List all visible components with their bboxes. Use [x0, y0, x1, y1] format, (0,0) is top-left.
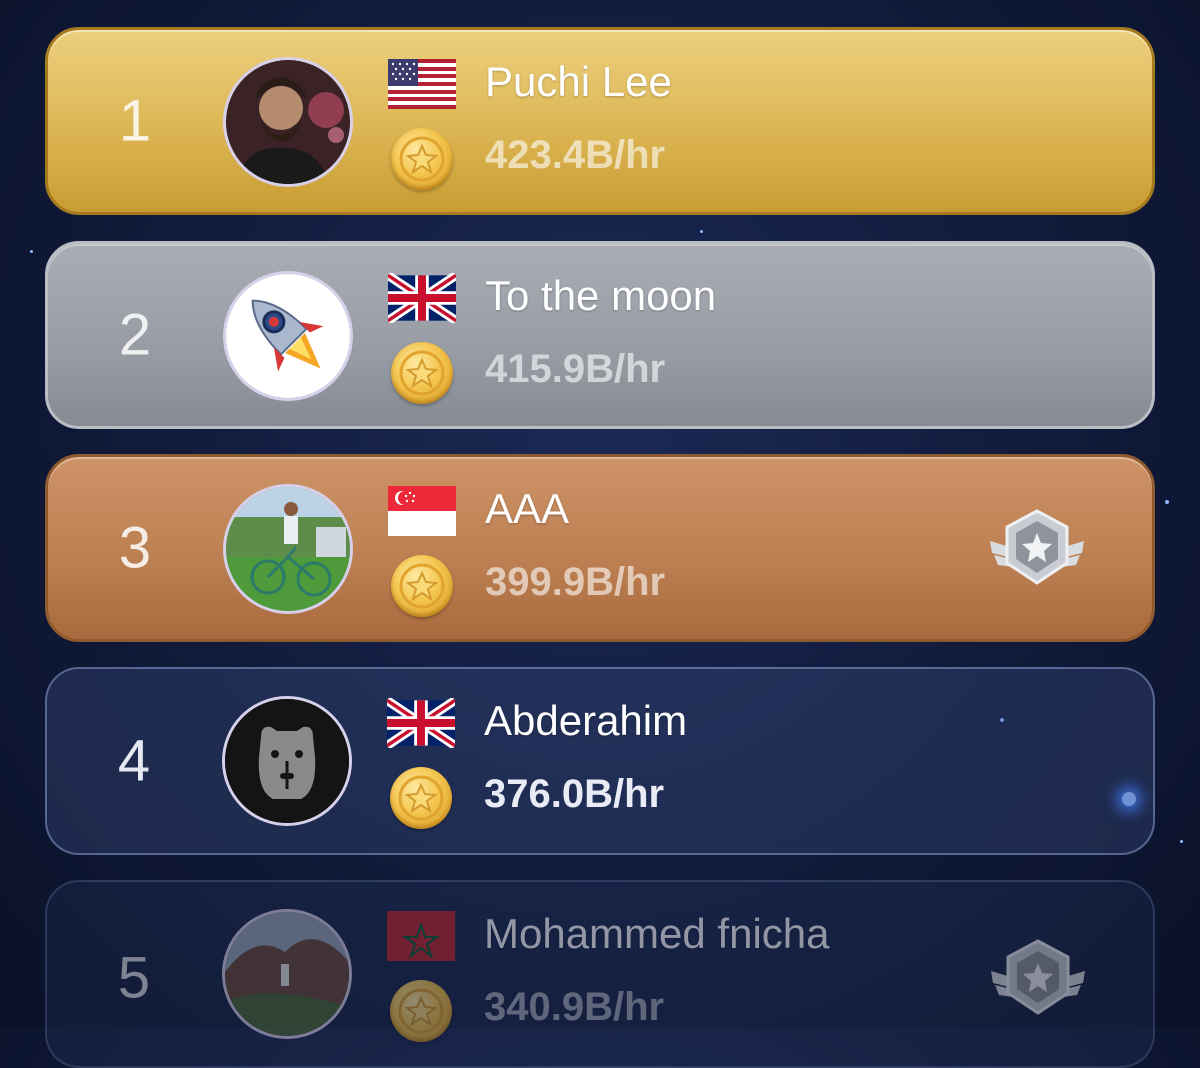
leaderboard-row[interactable]: 4 Abderahim 376.0B/hr [45, 667, 1155, 855]
leaderboard-row[interactable]: 3 AAA 399.9B/hr [45, 454, 1155, 642]
avatar[interactable] [223, 57, 353, 187]
earning-rate: 376.0B/hr [484, 772, 665, 816]
player-name: Puchi Lee [485, 58, 672, 105]
avatar[interactable] [222, 909, 352, 1039]
rank-number: 5 [117, 945, 151, 1011]
earning-rate: 423.4B/hr [485, 133, 666, 177]
silver-rank-badge-icon [983, 933, 1093, 1023]
earning-rate: 415.9B/hr [485, 347, 666, 391]
earning-rate: 399.9B/hr [485, 560, 666, 604]
coin-icon [390, 980, 452, 1042]
avatar[interactable] [223, 271, 353, 401]
leaderboard-row[interactable]: 1 Puchi Lee 423.4B/hr [45, 27, 1155, 215]
rank-number: 3 [118, 515, 152, 581]
morocco-flag-icon [387, 911, 455, 961]
singapore-flag-icon [388, 486, 456, 536]
avatar[interactable] [223, 484, 353, 614]
leaderboard-list: 1 Puchi Lee 423.4B/hr 2 To the moon 415.… [0, 0, 1200, 1068]
uk-flag-icon [387, 698, 455, 748]
earning-rate: 340.9B/hr [484, 985, 665, 1029]
us-flag-icon [388, 59, 456, 109]
player-name: To the moon [485, 272, 717, 319]
avatar[interactable] [222, 696, 352, 826]
rank-number: 1 [118, 88, 152, 154]
leaderboard-row[interactable]: 5 Mohammed fnicha 340.9B/hr [45, 880, 1155, 1068]
coin-icon [390, 767, 452, 829]
rank-number: 2 [118, 302, 152, 368]
player-name: Mohammed fnicha [484, 910, 830, 957]
coin-icon [391, 555, 453, 617]
player-name: AAA [485, 485, 570, 532]
uk-flag-icon [388, 273, 456, 323]
coin-icon [391, 128, 453, 190]
coin-icon [391, 342, 453, 404]
rank-number: 4 [117, 728, 151, 794]
silver-rank-badge-icon [982, 503, 1092, 593]
player-name: Abderahim [484, 697, 688, 744]
leaderboard-row[interactable]: 2 To the moon 415.9B/hr [45, 241, 1155, 429]
